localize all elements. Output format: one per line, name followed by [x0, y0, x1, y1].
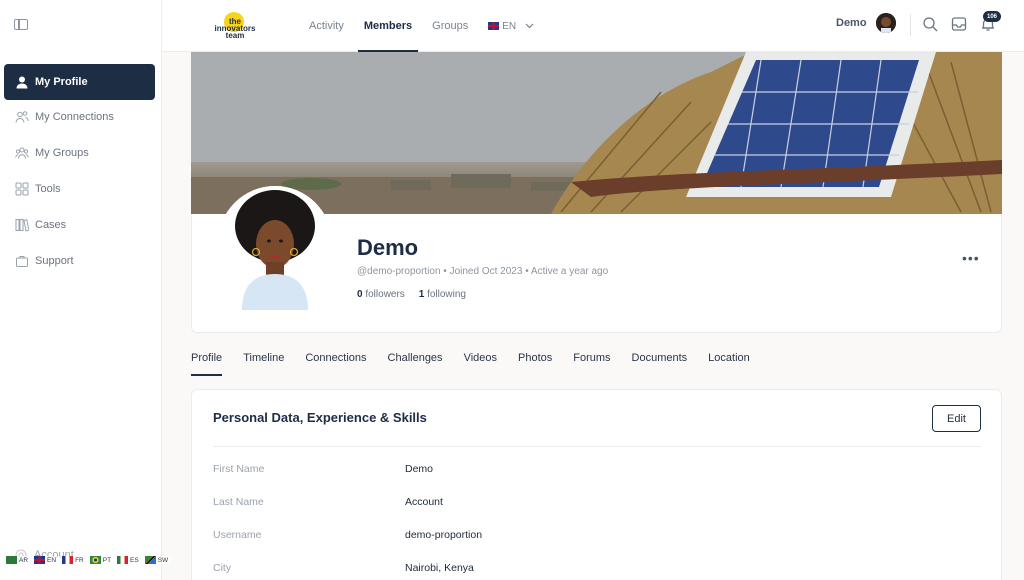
- nav-members[interactable]: Members: [357, 0, 419, 52]
- tab-forums[interactable]: Forums: [573, 352, 610, 376]
- lang-code: SW: [157, 556, 169, 564]
- profile-tabs: Profile Timeline Connections Challenges …: [191, 352, 750, 376]
- flag-mx-icon: [117, 556, 129, 564]
- flag-tz-icon: [144, 556, 156, 564]
- flag-gb-icon: [488, 22, 500, 30]
- sidebar-item-label: Tools: [35, 183, 61, 195]
- field-value: demo-proportion: [405, 529, 483, 541]
- tab-photos[interactable]: Photos: [518, 352, 552, 376]
- language-switcher: AR EN FR PT ES SW: [6, 556, 172, 564]
- sidebar-toggle-icon[interactable]: [14, 19, 28, 30]
- followers-count: 0: [357, 289, 363, 300]
- following-count: 1: [418, 289, 425, 300]
- lang-sw[interactable]: SW: [144, 556, 169, 564]
- lang-ar[interactable]: AR: [6, 556, 28, 564]
- notification-badge: 106: [983, 11, 1001, 22]
- top-bar: the innovators team Activity Members Gro…: [162, 0, 1024, 52]
- sidebar-item-label: My Connections: [35, 111, 114, 123]
- followers-link[interactable]: 0 followers: [357, 289, 405, 300]
- field-value: Demo: [405, 463, 434, 475]
- user-avatar[interactable]: [876, 13, 896, 33]
- edit-button[interactable]: Edit: [932, 405, 981, 432]
- sidebar-item-label: Cases: [35, 219, 67, 231]
- flag-gb-icon: [34, 556, 46, 564]
- follow-stats: 0 followers 1 following: [357, 289, 466, 300]
- lang-code: ES: [130, 556, 139, 564]
- user-icon: [15, 75, 29, 89]
- nav-language-select[interactable]: EN: [488, 0, 534, 52]
- sidebar-item-my-connections[interactable]: My Connections: [4, 99, 155, 135]
- field-label: City: [213, 562, 232, 574]
- profile-meta: @demo-proportion • Joined Oct 2023 • Act…: [357, 266, 609, 277]
- tools-icon: [15, 182, 29, 196]
- field-value: Nairobi, Kenya: [405, 562, 474, 574]
- tab-timeline[interactable]: Timeline: [243, 352, 284, 376]
- field-label: Last Name: [213, 496, 264, 508]
- flag-fr-icon: [62, 556, 74, 564]
- profile-name: Demo: [357, 235, 419, 260]
- tab-location[interactable]: Location: [708, 352, 750, 376]
- field-label: Username: [213, 529, 262, 541]
- field-label: First Name: [213, 463, 265, 475]
- cases-icon: [15, 218, 29, 232]
- personal-data-card: Personal Data, Experience & Skills Edit …: [191, 389, 1002, 580]
- sidebar-item-support[interactable]: Support: [4, 243, 155, 279]
- sidebar-item-my-profile[interactable]: My Profile: [4, 64, 155, 100]
- profile-avatar[interactable]: [218, 186, 332, 310]
- flag-br-icon: [89, 556, 101, 564]
- support-icon: [15, 254, 29, 268]
- tab-challenges[interactable]: Challenges: [388, 352, 443, 376]
- lang-fr[interactable]: FR: [62, 556, 84, 564]
- sidebar-item-cases[interactable]: Cases: [4, 207, 155, 243]
- inbox-icon[interactable]: [951, 16, 967, 32]
- sidebar-item-tools[interactable]: Tools: [4, 171, 155, 207]
- tab-videos[interactable]: Videos: [464, 352, 497, 376]
- lang-pt[interactable]: PT: [89, 556, 112, 564]
- more-options-icon[interactable]: •••: [962, 250, 980, 266]
- sidebar-item-label: My Groups: [35, 147, 89, 159]
- field-value: Account: [405, 496, 443, 508]
- search-icon[interactable]: [922, 16, 938, 32]
- connections-icon: [15, 110, 29, 124]
- following-label: following: [427, 289, 466, 300]
- groups-icon: [15, 146, 29, 160]
- cover-photo: [191, 52, 1002, 214]
- divider: [910, 14, 911, 36]
- divider: [213, 446, 981, 447]
- lang-code: AR: [19, 556, 29, 564]
- nav-language-label: EN: [502, 20, 517, 32]
- lang-es[interactable]: ES: [117, 556, 139, 564]
- lang-en[interactable]: EN: [34, 556, 56, 564]
- user-name[interactable]: Demo: [836, 17, 867, 29]
- main-nav: Activity Members Groups EN: [309, 0, 534, 52]
- tab-profile[interactable]: Profile: [191, 352, 223, 376]
- section-title: Personal Data, Experience & Skills: [213, 410, 427, 425]
- lang-code: FR: [75, 556, 84, 564]
- lang-code: PT: [102, 556, 112, 564]
- sidebar-item-my-groups[interactable]: My Groups: [4, 135, 155, 171]
- followers-label: followers: [365, 289, 405, 300]
- nav-activity[interactable]: Activity: [309, 0, 344, 52]
- flag-sa-icon: [6, 556, 17, 564]
- tab-documents[interactable]: Documents: [632, 352, 688, 376]
- tab-connections[interactable]: Connections: [305, 352, 366, 376]
- lang-code: EN: [47, 556, 57, 564]
- sidebar-item-label: My Profile: [35, 76, 88, 88]
- logo[interactable]: the innovators team: [210, 10, 260, 42]
- sidebar-item-label: Support: [35, 255, 74, 267]
- sidebar: My Profile My Connections My Groups Tool…: [0, 0, 172, 580]
- nav-groups[interactable]: Groups: [432, 0, 468, 52]
- following-link[interactable]: 1 following: [419, 289, 466, 300]
- logo-text: the innovators team: [214, 17, 256, 40]
- chevron-down-icon: [525, 21, 534, 32]
